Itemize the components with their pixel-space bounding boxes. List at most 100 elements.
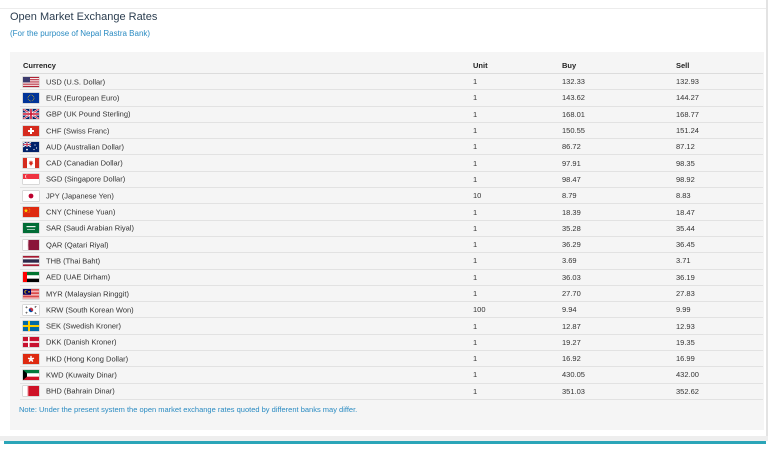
disclaimer-note: Note: Under the present system the open … (19, 405, 358, 414)
currency-label: BHD (Bahrain Dinar) (46, 386, 115, 396)
page-subtitle: (For the purpose of Nepal Rastra Bank) (10, 29, 151, 38)
currency-cell: DKK (Danish Kroner) (20, 334, 461, 352)
currency-label: GBP (UK Pound Sterling) (46, 109, 131, 119)
sell-rate-cell: 168.77 (676, 106, 763, 123)
currency-label: HKD (Hong Kong Dollar) (46, 354, 129, 364)
buy-rate-cell: 16.92 (562, 350, 676, 368)
myr-flag-icon (23, 288, 39, 299)
sell-rate-cell: 3.71 (676, 252, 763, 270)
unit-cell: 1 (461, 269, 562, 286)
table-row: JPY (Japanese Yen) 10 8.79 8.83 (20, 187, 763, 205)
sell-rate-cell: 132.93 (676, 73, 763, 91)
currency-cell: AED (UAE Dirham) (20, 269, 461, 286)
unit-cell: 1 (461, 203, 562, 221)
currency-cell: THB (Thai Baht) (20, 252, 461, 270)
sell-rate-cell: 98.35 (676, 154, 763, 172)
table-row: KWD (Kuwaity Dinar) 1 430.05 432.00 (20, 366, 763, 384)
currency-label: AED (UAE Dirham) (46, 272, 111, 282)
sell-rate-cell: 432.00 (676, 366, 763, 384)
sell-rate-cell: 12.93 (676, 317, 763, 335)
buy-rate-cell: 36.03 (562, 269, 676, 286)
unit-cell: 1 (461, 154, 562, 172)
buy-rate-cell: 19.27 (562, 334, 676, 352)
currency-label: CHF (Swiss Franc) (46, 126, 110, 136)
buy-rate-cell: 143.62 (562, 89, 676, 107)
sell-rate-cell: 18.47 (676, 203, 763, 221)
gbp-flag-icon (23, 109, 39, 120)
table-row: CHF (Swiss Franc) 1 150.55 151.24 (20, 122, 763, 140)
top-divider (0, 8, 766, 9)
unit-cell: 1 (461, 350, 562, 368)
currency-label: USD (U.S. Dollar) (46, 77, 106, 87)
buy-rate-cell: 98.47 (562, 171, 676, 189)
currency-label: THB (Thai Baht) (46, 256, 101, 266)
unit-cell: 1 (461, 89, 562, 107)
usd-flag-icon (23, 76, 39, 87)
chf-flag-icon (23, 125, 39, 136)
buy-rate-cell: 351.03 (562, 383, 676, 400)
buy-rate-cell: 27.70 (562, 285, 676, 303)
sell-rate-cell: 35.44 (676, 220, 763, 237)
currency-label: JPY (Japanese Yen) (46, 191, 114, 201)
cny-flag-icon (23, 207, 39, 218)
sell-rate-cell: 16.99 (676, 350, 763, 368)
currency-cell: CHF (Swiss Franc) (20, 122, 461, 140)
column-header-sell: Sell (676, 57, 763, 74)
currency-cell: MYR (Malaysian Ringgit) (20, 285, 461, 303)
currency-cell: QAR (Qatari Riyal) (20, 236, 461, 254)
buy-rate-cell: 3.69 (562, 252, 676, 270)
currency-cell: EUR (European Euro) (20, 89, 461, 107)
buy-rate-cell: 86.72 (562, 138, 676, 156)
unit-cell: 1 (461, 383, 562, 400)
currency-label: CNY (Chinese Yuan) (46, 207, 116, 217)
rates-table-container: Currency Unit Buy Sell USD (U.S. Dollar)… (10, 52, 764, 430)
buy-rate-cell: 430.05 (562, 366, 676, 384)
unit-cell: 1 (461, 334, 562, 352)
currency-label: SEK (Swedish Kroner) (46, 321, 122, 331)
table-row: CAD (Canadian Dollar) 1 97.91 98.35 (20, 154, 763, 172)
eur-flag-icon (23, 92, 39, 103)
buy-rate-cell: 35.28 (562, 220, 676, 237)
table-row: QAR (Qatari Riyal) 1 36.29 36.45 (20, 236, 763, 254)
buy-rate-cell: 132.33 (562, 73, 676, 91)
table-row: MYR (Malaysian Ringgit) 1 27.70 27.83 (20, 285, 763, 303)
unit-cell: 10 (461, 187, 562, 205)
currency-label: KRW (South Korean Won) (46, 305, 134, 315)
unit-cell: 1 (461, 220, 562, 237)
footer-accent-bar (4, 441, 766, 444)
unit-cell: 100 (461, 301, 562, 319)
currency-label: EUR (European Euro) (46, 93, 120, 103)
table-row: HKD (Hong Kong Dollar) 1 16.92 16.99 (20, 350, 763, 368)
currency-cell: USD (U.S. Dollar) (20, 73, 461, 91)
hkd-flag-icon (23, 353, 39, 364)
column-header-currency: Currency (20, 57, 461, 74)
krw-flag-icon (23, 304, 39, 315)
sell-rate-cell: 27.83 (676, 285, 763, 303)
table-row: BHD (Bahrain Dinar) 1 351.03 352.62 (20, 383, 763, 400)
unit-cell: 1 (461, 366, 562, 384)
unit-cell: 1 (461, 236, 562, 254)
table-row: AED (UAE Dirham) 1 36.03 36.19 (20, 269, 763, 286)
sek-flag-icon (23, 321, 39, 332)
unit-cell: 1 (461, 138, 562, 156)
buy-rate-cell: 12.87 (562, 317, 676, 335)
rates-table: Currency Unit Buy Sell USD (U.S. Dollar)… (20, 57, 763, 400)
table-row: SEK (Swedish Kroner) 1 12.87 12.93 (20, 317, 763, 335)
table-row: EUR (European Euro) 1 143.62 144.27 (20, 89, 763, 107)
sell-rate-cell: 352.62 (676, 383, 763, 400)
sell-rate-cell: 9.99 (676, 301, 763, 319)
currency-cell: CAD (Canadian Dollar) (20, 154, 461, 172)
buy-rate-cell: 8.79 (562, 187, 676, 205)
table-row: USD (U.S. Dollar) 1 132.33 132.93 (20, 73, 763, 91)
dkk-flag-icon (23, 337, 39, 348)
table-row: KRW (South Korean Won) 100 9.94 9.99 (20, 301, 763, 319)
sell-rate-cell: 8.83 (676, 187, 763, 205)
buy-rate-cell: 97.91 (562, 154, 676, 172)
currency-label: AUD (Australian Dollar) (46, 142, 124, 152)
unit-cell: 1 (461, 317, 562, 335)
unit-cell: 1 (461, 122, 562, 140)
aud-flag-icon (23, 141, 39, 152)
currency-cell: KRW (South Korean Won) (20, 301, 461, 319)
table-row: CNY (Chinese Yuan) 1 18.39 18.47 (20, 203, 763, 221)
buy-rate-cell: 18.39 (562, 203, 676, 221)
